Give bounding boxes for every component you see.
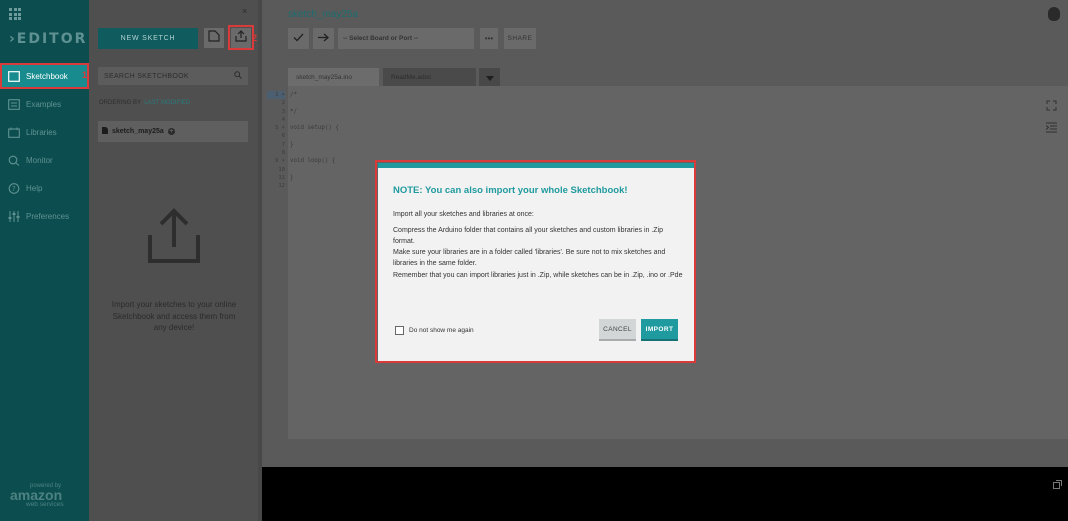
annotation-number-1: 1 <box>82 70 88 80</box>
sketch-name: sketch_may25a <box>112 128 164 135</box>
monitor-icon <box>8 155 20 166</box>
checkbox-box[interactable] <box>395 326 404 335</box>
nav-item-sketchbook[interactable]: Sketchbook <box>0 63 89 89</box>
annotation-number-2: 2 <box>252 33 258 43</box>
apps-grid-icon[interactable] <box>9 8 21 20</box>
import-note-dialog: NOTE: You can also import your whole Ske… <box>378 163 694 361</box>
code-line: } <box>290 174 294 181</box>
folder-icon <box>8 70 20 82</box>
search-sketchbook-input[interactable]: SEARCH SKETCHBOOK <box>98 67 248 85</box>
sketch-title[interactable]: sketch_may25a <box>288 9 358 20</box>
aws-logo: powered by amazon web services <box>10 483 64 508</box>
checkmark-icon <box>293 33 304 45</box>
verify-button[interactable] <box>288 28 309 49</box>
line-number: 10 <box>278 166 285 173</box>
new-sketch-button[interactable]: NEW SKETCH <box>98 28 198 49</box>
nav-item-label: Examples <box>26 99 62 109</box>
code-content[interactable]: /* */ void setup() { } void loop() { } <box>290 91 339 191</box>
line-number: 6 <box>281 133 285 140</box>
tab-readme[interactable]: ReadMe.adoc <box>383 68 476 86</box>
line-number: 5 ▾ <box>275 125 285 132</box>
new-folder-icon <box>208 29 220 47</box>
import-highlight-box <box>228 25 254 50</box>
empty-sketchbook-message: Import your sketches to your online Sket… <box>111 300 237 332</box>
help-icon: ? <box>8 182 20 194</box>
search-icon <box>234 71 242 81</box>
chevron-down-icon <box>485 68 494 86</box>
libraries-icon <box>8 127 20 138</box>
code-line: */ <box>290 108 297 115</box>
line-number: 12 <box>278 183 285 190</box>
dialog-paragraph-2: Compress the Arduino folder that contain… <box>393 226 683 279</box>
sketchbook-panel: × NEW SKETCH 2 SEARCH SKETCHBOOK ORDERIN… <box>89 0 258 521</box>
file-icon <box>102 127 108 136</box>
console-panel <box>262 467 1068 521</box>
do-not-show-checkbox[interactable]: Do not show me again <box>395 326 474 335</box>
ordering-label: ORDERING BY <box>99 100 142 106</box>
ordering-row: ORDERING BY LAST MODIFIED <box>99 100 190 106</box>
tab-sketch-ino[interactable]: sketch_may25a.ino <box>288 68 379 86</box>
line-number: 9 ▾ <box>275 158 285 165</box>
nav-item-libraries[interactable]: Libraries <box>0 119 89 145</box>
examples-icon <box>8 98 20 110</box>
code-line: void loop() { <box>290 158 336 165</box>
share-button[interactable]: SHARE <box>504 28 536 49</box>
code-line: } <box>290 141 294 148</box>
line-number: 1 ▾ <box>267 91 285 100</box>
nav-item-examples[interactable]: Examples <box>0 91 89 117</box>
upload-button[interactable] <box>313 28 334 49</box>
close-panel-icon[interactable]: × <box>242 6 247 16</box>
fullscreen-icon[interactable] <box>1046 100 1057 113</box>
tab-dropdown-button[interactable] <box>479 68 500 86</box>
nav-item-label: Help <box>26 183 43 193</box>
line-number: 7 <box>281 141 285 148</box>
nav-item-label: Sketchbook <box>26 71 68 81</box>
nav-item-help[interactable]: ? Help <box>0 175 89 201</box>
line-number: 4 <box>281 116 285 123</box>
line-number: 2 <box>281 100 285 107</box>
dialog-paragraph-1: Import all your sketches and libraries a… <box>393 211 534 218</box>
sketch-list-item[interactable]: sketch_may25a + <box>98 121 248 142</box>
nav-item-preferences[interactable]: Preferences <box>0 203 89 229</box>
nav-item-monitor[interactable]: Monitor <box>0 147 89 173</box>
line-numbers: 1 ▾ 2 3 4 5 ▾ 6 7 8 9 ▾ 10 11 12 <box>267 91 285 191</box>
dialog-title: NOTE: You can also import your whole Ske… <box>393 185 628 196</box>
line-number: 8 <box>281 150 285 157</box>
arrow-right-icon <box>318 33 329 45</box>
import-confirm-button[interactable]: IMPORT <box>641 319 678 341</box>
nav-item-label: Libraries <box>26 127 57 137</box>
editor-logo: ›EDITOR <box>9 31 88 47</box>
code-line: /* <box>290 92 297 98</box>
board-port-select[interactable]: -- Select Board or Port -- <box>338 28 474 49</box>
nav-item-label: Monitor <box>26 155 53 165</box>
preferences-icon <box>8 210 20 222</box>
add-icon[interactable]: + <box>167 128 175 135</box>
more-options-button[interactable]: ••• <box>480 28 498 49</box>
expand-console-icon[interactable] <box>1053 476 1062 494</box>
left-nav: ›EDITOR Sketchbook 1 Examples Libraries … <box>0 0 89 521</box>
line-number: 3 <box>281 108 285 115</box>
ordering-value-link[interactable]: LAST MODIFIED <box>144 100 190 106</box>
indent-icon[interactable] <box>1045 122 1057 135</box>
code-line: void setup() { <box>290 125 339 132</box>
upload-large-icon <box>146 207 202 270</box>
profile-avatar-icon[interactable] <box>1048 7 1060 21</box>
cancel-button[interactable]: CANCEL <box>599 319 636 341</box>
checkbox-label: Do not show me again <box>409 327 474 334</box>
nav-item-label: Preferences <box>26 211 70 221</box>
new-folder-button[interactable] <box>204 28 224 48</box>
search-placeholder: SEARCH SKETCHBOOK <box>104 72 189 80</box>
line-number: 11 <box>278 174 285 181</box>
svg-text:?: ? <box>12 185 16 193</box>
dialog-body: Import all your sketches and libraries a… <box>393 209 683 285</box>
